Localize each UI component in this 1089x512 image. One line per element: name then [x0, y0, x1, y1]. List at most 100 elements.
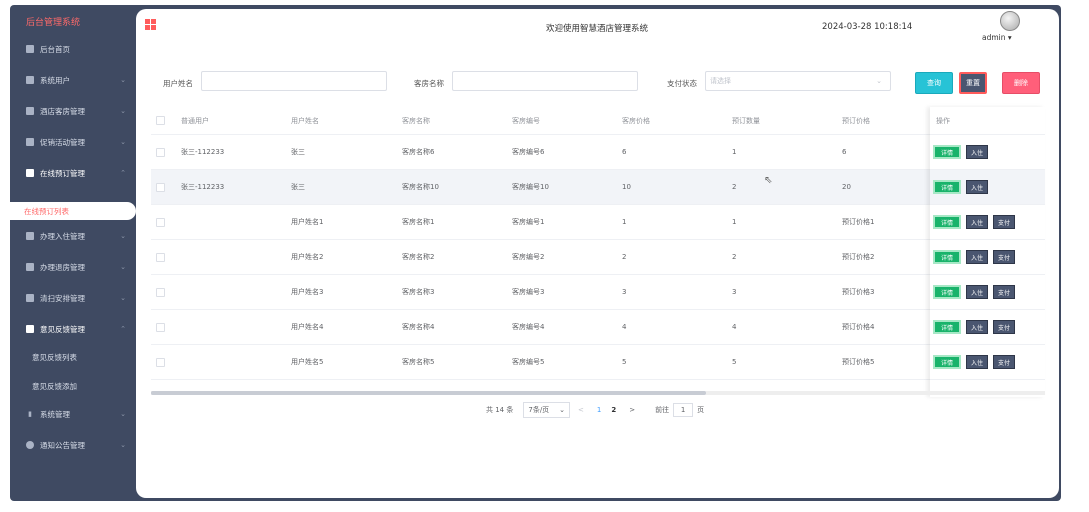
user-dropdown[interactable]: admin ▾	[982, 33, 1012, 42]
row-actions: 详情 入住	[933, 135, 988, 169]
delete-button[interactable]: 删除	[1002, 72, 1040, 94]
reset-button[interactable]: 重置	[959, 72, 987, 94]
sidebar-item-feedback[interactable]: 意见反馈管理 ⌃	[10, 317, 136, 341]
cell-total: 20	[842, 183, 851, 191]
chevron-down-icon: ⌄	[876, 77, 882, 85]
sidebar-item-label: 意见反馈管理	[40, 324, 85, 334]
cell-room-name: 客房名称4	[402, 323, 435, 331]
sidebar-item-online-booking[interactable]: 在线预订管理 ⌃	[10, 161, 136, 185]
pay-button[interactable]: 支付	[993, 215, 1015, 229]
checkin-button[interactable]: 入住	[966, 355, 988, 369]
sidebar-subitem-label: 意见反馈列表	[32, 352, 77, 362]
total-count: 共 14 条	[486, 406, 514, 414]
checkin-button[interactable]: 入住	[966, 320, 988, 334]
column-header: 操作	[936, 116, 950, 125]
sidebar-item-announcements[interactable]: 通知公告管理 ⌄	[10, 433, 136, 457]
cell-price: 10	[622, 183, 631, 191]
table-row: 张三-112233 张三 客房名称6 客房编号6 6 1 6 详情 入住	[151, 135, 1045, 170]
checkin-button[interactable]: 入住	[966, 180, 988, 194]
detail-button[interactable]: 详情	[933, 215, 961, 229]
next-page-button[interactable]: >	[629, 406, 635, 414]
sidebar-subitem-feedback-add[interactable]: 意见反馈添加	[32, 376, 136, 396]
sidebar-item-label: 办理入住管理	[40, 231, 85, 241]
row-checkbox[interactable]	[156, 182, 165, 192]
page-size-select[interactable]: 7条/页 ⌄	[523, 402, 571, 418]
app-title: 后台管理系统	[26, 18, 81, 28]
horizontal-scrollbar[interactable]	[151, 391, 1045, 395]
goto-label: 前往	[655, 406, 670, 414]
pay-status-label: 支付状态	[667, 79, 697, 88]
checkin-button[interactable]: 入住	[966, 250, 988, 264]
chevron-down-icon: ⌄	[120, 410, 126, 418]
checkin-button[interactable]: 入住	[966, 285, 988, 299]
checkin-button[interactable]: 入住	[966, 215, 988, 229]
sidebar-item-home[interactable]: 后台首页	[10, 37, 136, 61]
prev-page-button[interactable]: <	[578, 406, 584, 414]
menu-icon	[26, 232, 34, 240]
sidebar-item-system-management[interactable]: ▮ 系统管理 ⌄	[10, 402, 136, 426]
detail-button[interactable]: 详情	[933, 320, 961, 334]
cell-room-no: 客房编号4	[512, 323, 545, 331]
column-header: 预订价格	[842, 116, 870, 125]
query-button[interactable]: 查询	[915, 72, 953, 94]
cell-qty: 1	[732, 218, 737, 226]
table-row: 张三-112233 张三 客房名称10 客房编号10 10 2 20 详情 入住	[151, 170, 1045, 205]
user-name-input[interactable]	[201, 71, 387, 91]
avatar[interactable]	[1000, 11, 1020, 31]
sidebar-item-system-users[interactable]: 系统用户 ⌄	[10, 68, 136, 92]
sidebar-subitem-feedback-list[interactable]: 意见反馈列表	[32, 347, 136, 367]
user-name-label: 用户姓名	[163, 79, 193, 88]
row-checkbox[interactable]	[156, 287, 165, 297]
goto-suffix: 页	[697, 406, 705, 414]
detail-button[interactable]: 详情	[933, 355, 961, 369]
detail-button[interactable]: 详情	[933, 180, 961, 194]
menu-icon	[26, 325, 34, 333]
menu-icon	[26, 138, 34, 146]
page-2[interactable]: 2	[611, 406, 616, 414]
grid-menu-icon[interactable]	[145, 19, 156, 30]
page-size-value: 7条/页	[528, 406, 550, 414]
sidebar-item-label: 系统管理	[40, 409, 70, 419]
room-name-label: 客房名称	[414, 79, 444, 88]
checkin-button[interactable]: 入住	[966, 145, 988, 159]
row-actions: 详情 入住 支付	[933, 240, 1015, 274]
row-checkbox[interactable]	[156, 322, 165, 332]
pay-status-select[interactable]: 请选择 ⌄	[705, 71, 891, 91]
cell-room-name: 客房名称5	[402, 358, 435, 366]
row-checkbox[interactable]	[156, 147, 165, 157]
sidebar-subitem-online-booking-list[interactable]: 在线预订列表	[10, 202, 136, 220]
row-checkbox[interactable]	[156, 252, 165, 262]
cell-qty: 5	[732, 358, 737, 366]
pay-button[interactable]: 支付	[993, 355, 1015, 369]
chevron-down-icon: ⌄	[120, 294, 126, 302]
sidebar-item-label: 在线预订管理	[40, 168, 85, 178]
pay-button[interactable]: 支付	[993, 320, 1015, 334]
row-actions: 详情 入住 支付	[933, 205, 1015, 239]
sidebar-item-label: 促销活动管理	[40, 137, 85, 147]
sidebar-item-promotions[interactable]: 促销活动管理 ⌄	[10, 130, 136, 154]
page-1[interactable]: 1	[597, 406, 601, 414]
row-checkbox[interactable]	[156, 357, 165, 367]
detail-button[interactable]: 详情	[933, 145, 961, 159]
room-name-input[interactable]	[452, 71, 638, 91]
goto-page: 前往 1 页	[655, 403, 704, 417]
row-checkbox[interactable]	[156, 217, 165, 227]
detail-button[interactable]: 详情	[933, 285, 961, 299]
chevron-up-icon: ⌃	[120, 325, 126, 333]
cell-total: 预订价格5	[842, 358, 875, 366]
goto-page-input[interactable]: 1	[673, 403, 694, 417]
sidebar-item-cleaning[interactable]: 清扫安排管理 ⌄	[10, 286, 136, 310]
menu-icon	[26, 263, 34, 271]
sidebar-item-label: 通知公告管理	[40, 440, 85, 450]
sidebar-item-checkin[interactable]: 办理入住管理 ⌄	[10, 224, 136, 248]
scrollbar-thumb[interactable]	[151, 391, 706, 395]
sidebar-item-checkout[interactable]: 办理退房管理 ⌄	[10, 255, 136, 279]
select-all-checkbox[interactable]	[156, 116, 165, 125]
pay-button[interactable]: 支付	[993, 285, 1015, 299]
sidebar-item-hotel-rooms[interactable]: 酒店客房管理 ⌄	[10, 99, 136, 123]
detail-button[interactable]: 详情	[933, 250, 961, 264]
menu-icon	[26, 294, 34, 302]
cell-total: 预订价格3	[842, 288, 875, 296]
pay-button[interactable]: 支付	[993, 250, 1015, 264]
cell-room-no: 客房编号1	[512, 218, 545, 226]
